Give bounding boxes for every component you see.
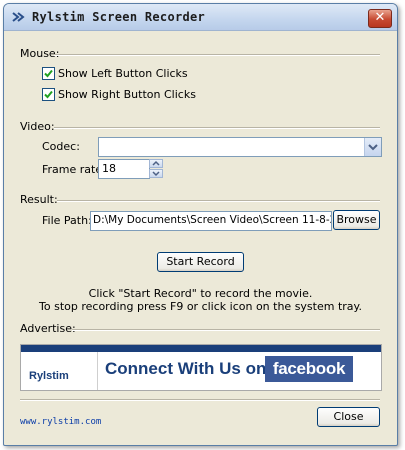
chevron-down-icon	[368, 144, 378, 151]
footer-divider	[20, 399, 380, 401]
start-record-button[interactable]: Start Record	[157, 252, 244, 272]
close-window-button[interactable]: ✕	[368, 9, 392, 28]
codec-label: Codec:	[42, 140, 80, 153]
title-bar[interactable]: Rylstim Screen Recorder ✕	[4, 4, 397, 31]
spin-up-button[interactable]	[149, 159, 163, 168]
left-clicks-option[interactable]: Show Left Button Clicks	[42, 66, 188, 80]
window-title: Rylstim Screen Recorder	[32, 10, 206, 24]
left-clicks-checkbox[interactable]	[42, 66, 55, 80]
banner-headline: Connect With Us on	[105, 359, 267, 378]
codec-dropdown[interactable]	[98, 137, 382, 157]
video-section-label: Video:	[20, 120, 55, 133]
arrow-up-icon	[152, 160, 160, 166]
result-section-label: Result:	[20, 193, 58, 206]
codec-dropdown-button[interactable]	[364, 138, 381, 156]
right-clicks-label: Show Right Button Clicks	[58, 87, 196, 101]
advertise-section-label: Advertise:	[20, 322, 76, 335]
app-window: Rylstim Screen Recorder ✕ Mouse: Show Le…	[3, 3, 398, 446]
right-clicks-option[interactable]: Show Right Button Clicks	[42, 87, 196, 101]
file-path-input[interactable]: D:\My Documents\Screen Video\Screen 11-8…	[90, 211, 332, 231]
checkmark-icon	[44, 69, 53, 77]
spin-down-button[interactable]	[149, 169, 163, 178]
banner-logo-panel: Rylstim	[21, 352, 98, 390]
advertise-banner[interactable]: Rylstim Connect With Us on facebook	[20, 344, 382, 391]
file-path-value: D:\My Documents\Screen Video\Screen 11-8…	[93, 214, 331, 226]
left-clicks-label: Show Left Button Clicks	[58, 66, 188, 80]
frame-rate-value: 18	[102, 162, 116, 175]
mouse-divider	[54, 54, 380, 56]
instruction-line-1: Click "Start Record" to record the movie…	[88, 287, 313, 300]
frame-rate-label: Frame rate:	[42, 163, 106, 176]
video-divider	[54, 127, 380, 129]
banner-top-stripe	[21, 345, 381, 352]
file-path-label: File Path:	[42, 214, 92, 227]
close-button[interactable]: Close	[317, 407, 380, 427]
right-clicks-checkbox[interactable]	[42, 87, 55, 101]
frame-rate-input[interactable]: 18	[98, 159, 150, 179]
arrow-down-icon	[152, 171, 160, 177]
rylstim-logo: Rylstim	[29, 370, 69, 382]
frame-rate-spinner[interactable]	[149, 159, 163, 179]
website-link[interactable]: www.rylstim.com	[20, 417, 101, 427]
browse-button[interactable]: Browse	[333, 210, 380, 230]
result-divider	[57, 200, 380, 202]
app-icon	[12, 12, 25, 22]
facebook-logo: facebook	[265, 356, 353, 382]
instruction-line-2: To stop recording press F9 or click icon…	[39, 300, 362, 313]
checkmark-icon	[44, 90, 53, 98]
advertise-divider	[72, 329, 380, 331]
